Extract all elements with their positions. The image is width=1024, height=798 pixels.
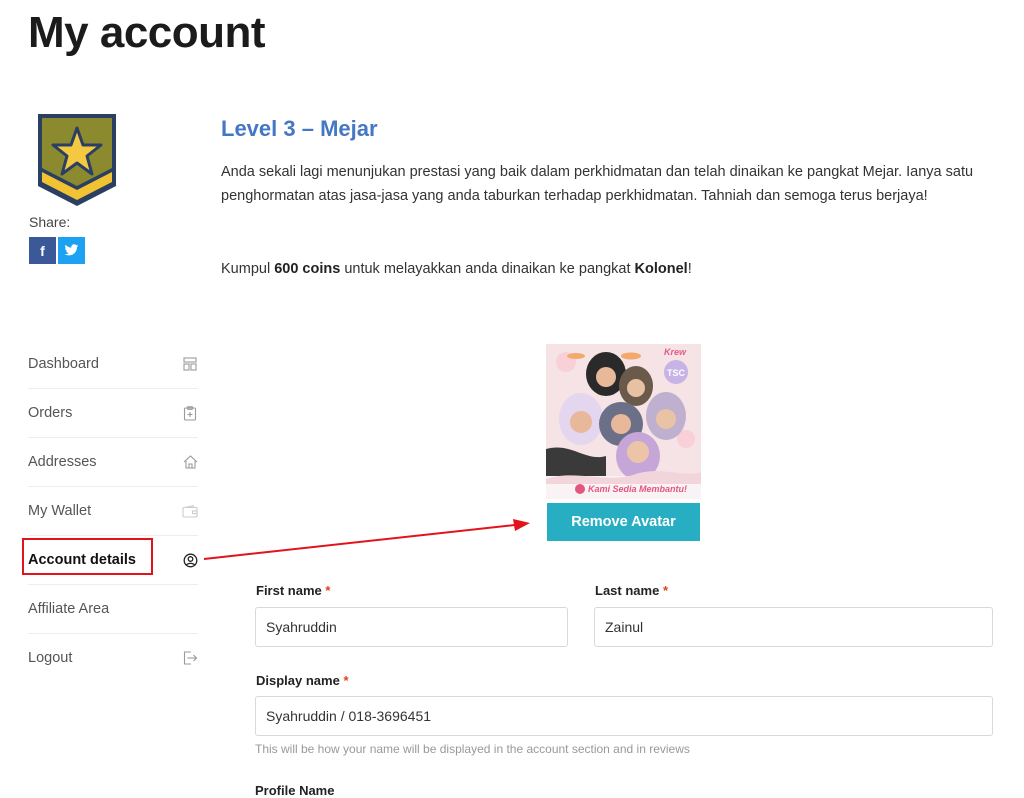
rank-badge-icon: [38, 114, 116, 206]
required-marker: *: [325, 583, 331, 598]
dashboard-icon: [182, 356, 198, 372]
share-label: Share:: [29, 214, 71, 230]
avatar-badge-text: TSC: [667, 368, 686, 378]
level-description: Anda sekali lagi menunjukan prestasi yan…: [221, 164, 974, 204]
clipboard-icon: [182, 405, 198, 421]
nav-item-orders[interactable]: Orders: [28, 389, 198, 438]
page-title: My account: [28, 8, 266, 57]
nav-item-label: Affiliate Area: [28, 601, 110, 617]
nav-item-label: Dashboard: [28, 356, 99, 372]
nav-item-label: My Wallet: [28, 503, 92, 519]
first-name-input[interactable]: [255, 607, 568, 647]
user-circle-icon: [182, 552, 198, 568]
profile-name-label: Profile Name: [255, 783, 335, 798]
share-buttons: f: [29, 237, 85, 264]
required-marker: *: [343, 673, 349, 688]
account-navigation: Dashboard Orders Addresses My Wallet Acc…: [28, 340, 198, 682]
last-name-label: Last name *: [595, 583, 668, 598]
display-name-input[interactable]: [255, 696, 993, 736]
last-name-input[interactable]: [594, 607, 993, 647]
nav-item-label: Addresses: [28, 454, 97, 470]
facebook-icon: f: [40, 242, 45, 259]
facebook-share-button[interactable]: f: [29, 237, 56, 264]
home-icon: [182, 454, 198, 470]
twitter-share-button[interactable]: [58, 237, 85, 264]
nav-item-addresses[interactable]: Addresses: [28, 438, 198, 487]
nav-item-logout[interactable]: Logout: [28, 634, 198, 682]
nav-item-label: Logout: [28, 650, 73, 666]
level-coins-message: Kumpul 600 coins untuk melayakkan anda d…: [221, 261, 692, 277]
display-name-help-text: This will be how your name will be displ…: [255, 742, 690, 756]
nav-item-my-wallet[interactable]: My Wallet: [28, 487, 198, 536]
twitter-icon: [64, 244, 79, 256]
coins-amount: 600 coins: [274, 261, 341, 277]
display-name-label: Display name *: [256, 673, 349, 688]
first-name-label: First name *: [256, 583, 331, 598]
remove-avatar-button[interactable]: Remove Avatar: [547, 503, 700, 541]
nav-item-label: Orders: [28, 405, 73, 421]
annotation-highlight-box: [22, 538, 153, 575]
logout-icon: [182, 650, 198, 666]
wallet-icon: [182, 503, 198, 519]
avatar-caption: Kami Sedia Membantu!: [588, 484, 687, 494]
required-marker: *: [662, 583, 668, 598]
svg-text:Krew: Krew: [664, 347, 687, 357]
nav-item-dashboard[interactable]: Dashboard: [28, 340, 198, 389]
nav-item-affiliate-area[interactable]: Affiliate Area: [28, 585, 198, 634]
next-rank: Kolonel: [634, 261, 688, 277]
level-title: Level 3 – Mejar: [221, 116, 378, 141]
avatar-image: Krew TSC Kami Sedia Membantu!: [546, 344, 701, 499]
